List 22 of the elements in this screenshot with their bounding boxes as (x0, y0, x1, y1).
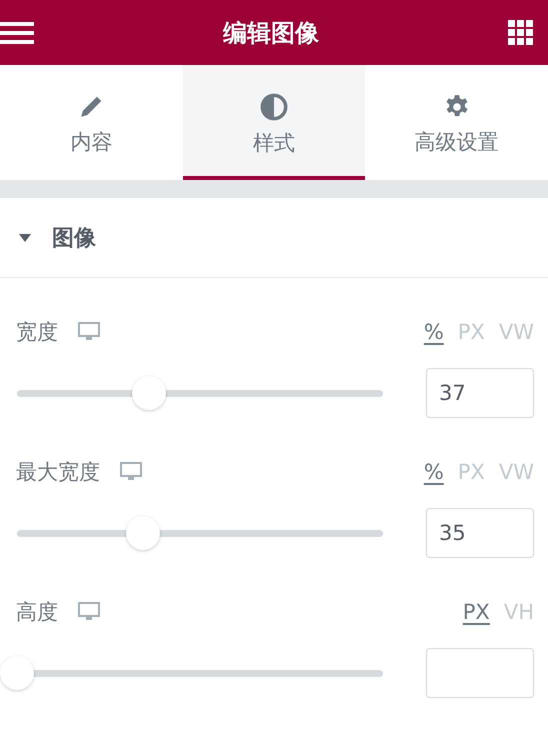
number-field[interactable] (426, 648, 534, 698)
number-field[interactable]: 37 (426, 368, 534, 418)
slider-thumb[interactable] (126, 516, 160, 550)
panel-title: 编辑图像 (223, 18, 319, 48)
desktop-icon[interactable] (78, 322, 100, 342)
menu-icon[interactable] (0, 20, 34, 46)
control-label: 最大宽度 (16, 459, 100, 486)
caret-icon (18, 232, 32, 242)
tab[interactable]: 样式 (182, 65, 366, 180)
grid-icon[interactable] (508, 20, 534, 46)
control-label: 宽度 (16, 319, 58, 346)
unit-option[interactable]: PX (462, 600, 490, 624)
contrast-icon (260, 92, 288, 120)
unit-option[interactable]: % (424, 460, 444, 484)
desktop-icon[interactable] (120, 462, 142, 482)
slider-thumb[interactable] (132, 376, 166, 410)
slider-thumb[interactable] (0, 656, 34, 690)
unit-option[interactable]: % (424, 320, 444, 344)
section-header[interactable]: 图像 (0, 198, 548, 278)
desktop-icon[interactable] (78, 602, 100, 622)
number-field[interactable]: 35 (426, 508, 534, 558)
control-label: 高度 (16, 599, 58, 626)
